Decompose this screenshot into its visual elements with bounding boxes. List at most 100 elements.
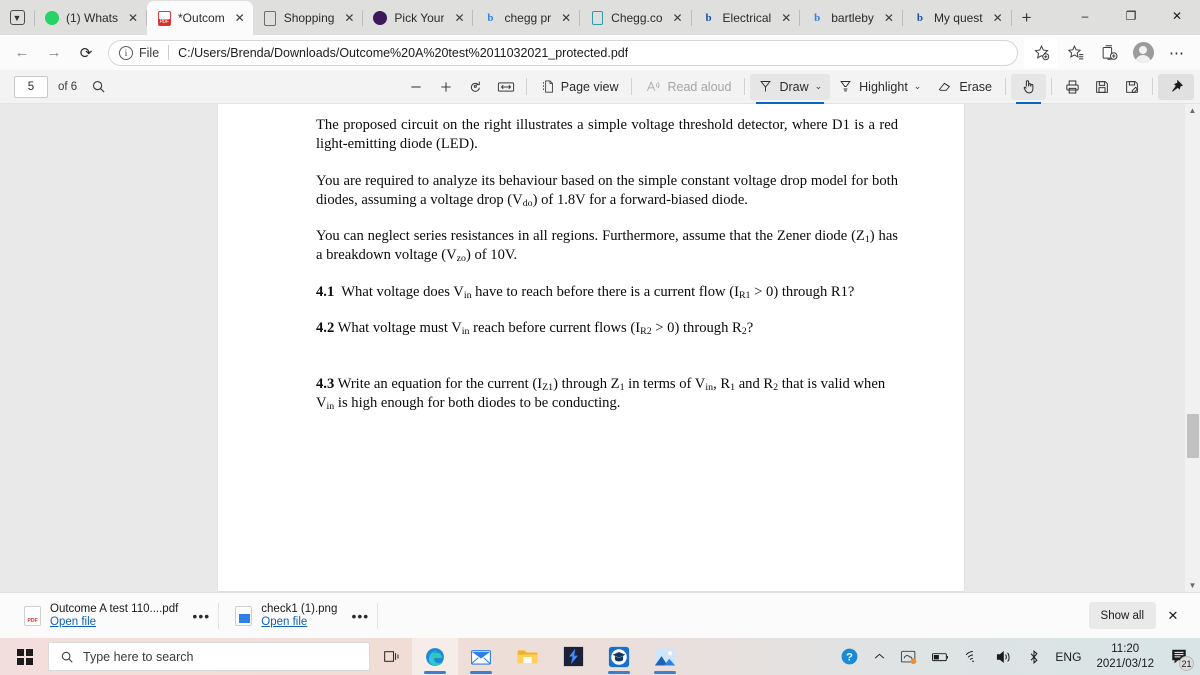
- tab-title: *Outcom: [178, 11, 225, 25]
- taskbar-app-photos[interactable]: [642, 638, 688, 675]
- browser-tab-5[interactable]: Chegg.co ✕: [580, 1, 690, 35]
- close-tab-icon[interactable]: ✕: [880, 9, 898, 27]
- fit-to-width-button[interactable]: [491, 74, 521, 100]
- open-file-link[interactable]: Open file: [50, 616, 178, 628]
- scroll-down-arrow[interactable]: ▼: [1187, 581, 1198, 590]
- battery-tray-button[interactable]: [924, 638, 957, 675]
- vertical-scrollbar[interactable]: ▲ ▼: [1185, 104, 1200, 592]
- close-tab-icon[interactable]: ✕: [340, 9, 358, 27]
- language-indicator[interactable]: ENG: [1048, 638, 1088, 675]
- close-window-button[interactable]: ✕: [1154, 0, 1200, 32]
- page-view-button[interactable]: Page view: [532, 74, 627, 100]
- download-more-actions-1[interactable]: •••: [345, 603, 375, 629]
- volume-tray-button[interactable]: [988, 638, 1020, 675]
- add-to-favorites-button[interactable]: [1024, 37, 1058, 68]
- taskbar-app-edge[interactable]: [412, 638, 458, 675]
- taskbar-app-lightning[interactable]: [550, 638, 596, 675]
- maximize-button[interactable]: ❐: [1108, 0, 1154, 32]
- help-tray-button[interactable]: ?: [833, 638, 866, 675]
- close-tab-icon[interactable]: ✕: [777, 9, 795, 27]
- clock-time: 11:20: [1111, 643, 1140, 656]
- close-tab-icon[interactable]: ✕: [669, 9, 687, 27]
- task-view-button[interactable]: [370, 638, 412, 675]
- favorites-icon: [1067, 44, 1083, 60]
- new-tab-button[interactable]: +: [1012, 3, 1042, 33]
- close-tab-icon[interactable]: ✕: [557, 9, 575, 27]
- read-aloud-button[interactable]: Read aloud: [637, 74, 739, 100]
- minimize-button[interactable]: –: [1062, 0, 1108, 32]
- browser-tab-7[interactable]: b bartleby ✕: [800, 1, 902, 35]
- site-info-icon[interactable]: i: [119, 45, 133, 60]
- settings-and-more-button[interactable]: ⋯: [1160, 38, 1194, 68]
- back-button[interactable]: ←: [6, 38, 38, 68]
- bartleby-icon: b: [916, 12, 923, 24]
- browser-tab-8[interactable]: b My quest ✕: [903, 1, 1011, 35]
- close-downloads-bar-button[interactable]: ✕: [1156, 601, 1190, 631]
- erase-button[interactable]: Erase: [929, 74, 1000, 100]
- taskbar-app-file-explorer[interactable]: [504, 638, 550, 675]
- browser-tab-4[interactable]: b chegg pr ✕: [473, 1, 579, 35]
- browser-tab-0[interactable]: (1) Whats ✕: [35, 1, 146, 35]
- close-tab-icon[interactable]: ✕: [124, 9, 142, 27]
- forward-button[interactable]: →: [38, 38, 70, 68]
- tab-actions-button[interactable]: ▼: [0, 0, 34, 35]
- download-item-0[interactable]: Outcome A test 110....pdf Open file: [10, 596, 186, 636]
- highlight-icon: [840, 81, 851, 92]
- start-button[interactable]: [2, 638, 48, 675]
- clock[interactable]: 11:20 2021/03/12: [1088, 638, 1162, 675]
- close-tab-icon[interactable]: ✕: [450, 9, 468, 27]
- read-aloud-icon: [647, 81, 660, 92]
- download-item-1[interactable]: check1 (1).png Open file: [221, 596, 345, 636]
- pdf-viewer[interactable]: The proposed circuit on the right illust…: [0, 104, 1200, 592]
- network-tray-button[interactable]: [957, 638, 988, 675]
- favorites-button[interactable]: [1058, 38, 1092, 68]
- read-aloud-label: Read aloud: [667, 79, 732, 94]
- save-button[interactable]: [1087, 74, 1117, 100]
- refresh-button[interactable]: ⟳: [70, 38, 102, 68]
- download-more-actions-0[interactable]: •••: [186, 603, 216, 629]
- browser-tab-2[interactable]: Shopping ✕: [253, 1, 363, 35]
- profile-button[interactable]: [1126, 38, 1160, 68]
- scroll-up-arrow[interactable]: ▲: [1187, 106, 1198, 590]
- notifications-button[interactable]: 21: [1162, 638, 1196, 675]
- browser-tab-1[interactable]: *Outcom ✕: [147, 1, 253, 35]
- bluetooth-tray-button[interactable]: [1020, 638, 1048, 675]
- save-as-button[interactable]: [1117, 74, 1147, 100]
- highlight-label: Highlight: [859, 79, 908, 94]
- touch-draw-button[interactable]: [1011, 73, 1046, 104]
- question-4-1: 4.1 What voltage does Vin have to reach …: [316, 283, 855, 301]
- show-hidden-icons-button[interactable]: [866, 638, 893, 675]
- touch-draw-icon: [1023, 80, 1034, 94]
- browser-tab-3[interactable]: Pick Your ✕: [363, 1, 472, 35]
- onedrive-tray-button[interactable]: [893, 638, 924, 675]
- search-button[interactable]: [83, 74, 113, 100]
- question-4-2: 4.2 What voltage must Vin reach before c…: [316, 319, 754, 337]
- pin-toolbar-button[interactable]: [1158, 73, 1194, 100]
- page-number-input[interactable]: 5: [14, 75, 48, 98]
- draw-button[interactable]: Draw ⌄: [750, 73, 831, 104]
- chevron-down-icon[interactable]: ⌄: [815, 81, 823, 92]
- download-file-name: check1 (1).png: [261, 603, 338, 615]
- taskbar-app-graduation[interactable]: [596, 638, 642, 675]
- collections-button[interactable]: [1092, 38, 1126, 68]
- taskbar-search-input[interactable]: Type here to search: [48, 642, 370, 671]
- whatsapp-icon: [44, 10, 60, 26]
- taskbar-app-mail[interactable]: [458, 638, 504, 675]
- print-button[interactable]: [1057, 74, 1087, 100]
- zoom-out-button[interactable]: [401, 74, 431, 100]
- zoom-in-button[interactable]: [431, 74, 461, 100]
- add-to-favorites-icon: [1033, 44, 1049, 61]
- close-tab-icon[interactable]: ✕: [231, 9, 249, 27]
- close-tab-icon[interactable]: ✕: [989, 9, 1007, 27]
- chevron-down-icon[interactable]: ⌄: [914, 81, 922, 92]
- highlight-button[interactable]: Highlight ⌄: [830, 74, 929, 100]
- tab-title: bartleby: [831, 11, 874, 25]
- browser-window: ▼ (1) Whats ✕ *Outcom ✕ Shopping ✕ Pick …: [0, 0, 1200, 675]
- browser-tab-6[interactable]: b Electrical ✕: [692, 1, 800, 35]
- tab-title: Shopping: [283, 11, 335, 25]
- address-input[interactable]: i File C:/Users/Brenda/Downloads/Outcome…: [108, 39, 1018, 66]
- show-all-downloads-button[interactable]: Show all: [1088, 602, 1156, 629]
- rotate-button[interactable]: [461, 74, 491, 100]
- edge-icon: [426, 647, 444, 666]
- open-file-link[interactable]: Open file: [261, 616, 337, 628]
